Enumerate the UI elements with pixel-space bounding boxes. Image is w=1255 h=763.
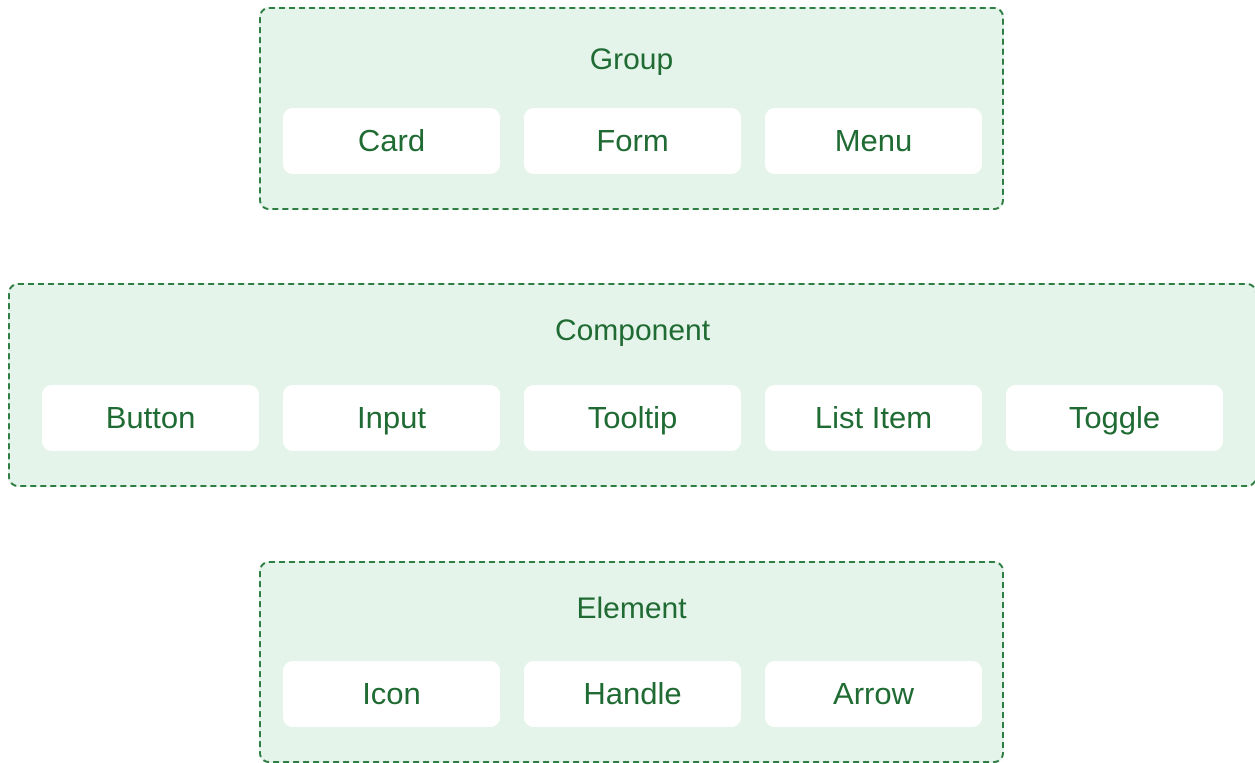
item-form: Form <box>524 108 741 174</box>
item-handle: Handle <box>524 661 741 727</box>
item-toggle: Toggle <box>1006 385 1223 451</box>
item-arrow: Arrow <box>765 661 982 727</box>
item-menu: Menu <box>765 108 982 174</box>
item-card: Card <box>283 108 500 174</box>
component-items-row: Button Input Tooltip List Item Toggle <box>42 385 1223 451</box>
group-container-element: Element Icon Handle Arrow <box>259 561 1004 763</box>
item-icon: Icon <box>283 661 500 727</box>
item-list-item: List Item <box>765 385 982 451</box>
group-title-component: Component <box>554 314 711 347</box>
item-input: Input <box>283 385 500 451</box>
group-title-group: Group <box>589 43 674 76</box>
group-container-group: Group Card Form Menu <box>259 7 1004 210</box>
group-container-component: Component Button Input Tooltip List Item… <box>8 283 1255 487</box>
item-tooltip: Tooltip <box>524 385 741 451</box>
item-button: Button <box>42 385 259 451</box>
group-items-row: Card Form Menu <box>283 108 982 174</box>
group-title-element: Element <box>576 592 687 625</box>
element-items-row: Icon Handle Arrow <box>283 661 982 727</box>
